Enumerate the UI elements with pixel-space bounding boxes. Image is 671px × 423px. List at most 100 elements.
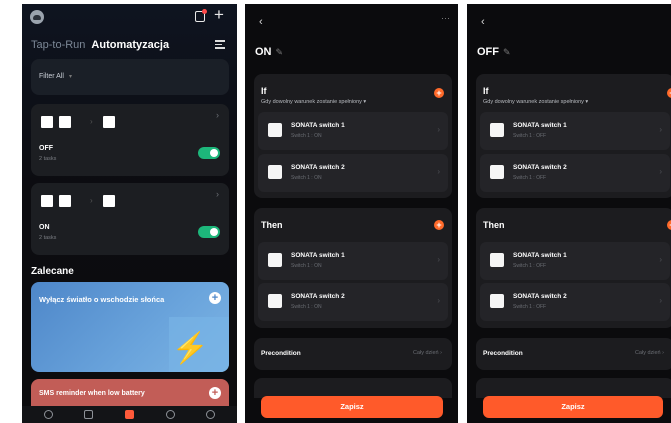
divider: [237, 0, 245, 423]
device-state: Switch 1 : ON: [291, 133, 322, 139]
tab-tap-to-run[interactable]: Tap-to-Run: [31, 39, 85, 51]
switch-icon: [268, 294, 282, 308]
smart-icon[interactable]: [165, 410, 175, 419]
arrow-right-icon: ›: [90, 196, 93, 205]
recommended-card-sunrise[interactable]: Wyłącz światło o wschodzie słońca + ⚡: [31, 282, 229, 372]
condition-device-row[interactable]: SONATA switch 2 Switch 1 : OFF ›: [480, 154, 670, 192]
precondition-label: Precondition: [261, 350, 301, 357]
then-section: Then + SONATA switch 1 Switch 1 : OFF › …: [476, 208, 671, 328]
precondition-row[interactable]: Precondition Cały dzień ›: [254, 338, 452, 370]
device-name: SONATA switch 2: [513, 164, 567, 171]
add-condition-icon[interactable]: +: [667, 88, 671, 98]
device-name: SONATA switch 1: [513, 252, 567, 259]
filter-label: Filter All: [39, 73, 64, 80]
switch-icon: [268, 123, 282, 137]
switch-icon: [490, 123, 504, 137]
device-icon: [41, 116, 53, 128]
more-settings-row: [476, 378, 671, 398]
device-name: SONATA switch 1: [291, 252, 345, 259]
scene-edit-screen-on: ‹ ··· ON ✎ If Gdy dowolny warunek zostani…: [245, 4, 458, 423]
avatar-icon[interactable]: [30, 10, 44, 24]
scene-icon[interactable]: [124, 410, 134, 419]
recommended-title: SMS reminder when low battery: [39, 390, 145, 397]
device-state: Switch 1 : OFF: [513, 304, 547, 310]
devices-icon[interactable]: [84, 410, 94, 419]
condition-device-row[interactable]: SONATA switch 1 Switch 1 : OFF ›: [480, 112, 670, 150]
add-icon[interactable]: +: [209, 387, 221, 399]
add-action-icon[interactable]: +: [434, 220, 444, 230]
device-name: SONATA switch 2: [513, 293, 567, 300]
device-state: Switch 1 : ON: [291, 175, 322, 181]
divider: [458, 0, 467, 423]
if-section: If Gdy dowolny warunek zostanie spełnion…: [476, 74, 671, 198]
scene-tabs: Tap-to-Run Automatyzacja: [31, 39, 169, 51]
chevron-right-icon: ›: [437, 125, 440, 134]
automation-toggle[interactable]: [198, 226, 220, 238]
recommended-title: Wyłącz światło o wschodzie słońca: [39, 295, 165, 304]
precondition-value: Cały dzień ›: [412, 350, 442, 356]
device-name: SONATA switch 2: [291, 293, 345, 300]
then-heading: Then: [261, 220, 283, 230]
screenshot-canvas: + Tap-to-Run Automatyzacja Filter All ▾ …: [0, 0, 671, 423]
device-icon: [103, 116, 115, 128]
device-icon: [59, 116, 71, 128]
condition-device-row[interactable]: SONATA switch 2 Switch 1 : ON ›: [258, 154, 448, 192]
switch-icon: [268, 165, 282, 179]
recommended-heading: Zalecane: [31, 266, 74, 277]
chevron-right-icon: ›: [437, 167, 440, 176]
back-icon[interactable]: ‹: [259, 16, 263, 28]
add-icon[interactable]: +: [209, 292, 221, 304]
automation-card-off[interactable]: › › OFF 2 tasks: [31, 104, 229, 176]
scene-title[interactable]: OFF ✎: [477, 46, 511, 58]
action-device-row[interactable]: SONATA switch 2 Switch 1 : ON ›: [258, 283, 448, 321]
condition-device-row[interactable]: SONATA switch 1 Switch 1 : ON ›: [258, 112, 448, 150]
more-icon[interactable]: ···: [441, 13, 450, 23]
profile-icon[interactable]: [206, 410, 216, 419]
automation-title: OFF: [39, 145, 53, 152]
scene-edit-screen-off: ‹ OFF ✎ If Gdy dowolny warunek zostanie s…: [467, 4, 671, 423]
automation-subtitle: 2 tasks: [39, 156, 57, 162]
if-section: If Gdy dowolny warunek zostanie spełnion…: [254, 74, 452, 198]
add-condition-icon[interactable]: +: [434, 88, 444, 98]
pencil-icon[interactable]: ✎: [276, 47, 284, 58]
device-name: SONATA switch 2: [291, 164, 345, 171]
bottom-navigation: [22, 406, 237, 423]
sort-icon[interactable]: [215, 40, 225, 50]
more-settings-row: [254, 378, 452, 398]
automation-card-on[interactable]: › › ON 2 tasks: [31, 183, 229, 255]
if-condition-dropdown[interactable]: Gdy dowolny warunek zostanie spełniony ▾: [483, 99, 588, 105]
chevron-right-icon: ›: [216, 110, 219, 120]
switch-icon: [490, 165, 504, 179]
action-device-row[interactable]: SONATA switch 2 Switch 1 : OFF ›: [480, 283, 670, 321]
message-icon[interactable]: [195, 9, 207, 22]
automation-subtitle: 2 tasks: [39, 235, 57, 241]
save-button[interactable]: Zapisz: [483, 396, 663, 418]
action-device-row[interactable]: SONATA switch 1 Switch 1 : ON ›: [258, 242, 448, 280]
device-icon: [59, 195, 71, 207]
then-heading: Then: [483, 220, 505, 230]
precondition-row[interactable]: Precondition Cały dzień ›: [476, 338, 671, 370]
automation-toggle[interactable]: [198, 147, 220, 159]
device-name: SONATA switch 1: [513, 122, 567, 129]
add-icon[interactable]: +: [214, 6, 224, 24]
action-device-row[interactable]: SONATA switch 1 Switch 1 : OFF ›: [480, 242, 670, 280]
if-heading: If: [483, 86, 489, 96]
switch-icon: [490, 294, 504, 308]
automation-list-screen: + Tap-to-Run Automatyzacja Filter All ▾ …: [22, 4, 237, 423]
device-icon: [103, 195, 115, 207]
scene-title[interactable]: ON ✎: [255, 46, 283, 58]
pencil-icon[interactable]: ✎: [503, 47, 511, 58]
if-heading: If: [261, 86, 267, 96]
scene-name: ON: [255, 46, 272, 58]
recommended-card-sms[interactable]: SMS reminder when low battery +: [31, 379, 229, 409]
filter-dropdown[interactable]: Filter All ▾: [31, 59, 229, 95]
tab-automation[interactable]: Automatyzacja: [91, 39, 169, 51]
save-button[interactable]: Zapisz: [261, 396, 443, 418]
add-action-icon[interactable]: +: [667, 220, 671, 230]
if-condition-text: Gdy dowolny warunek zostanie spełniony: [261, 99, 362, 105]
if-condition-dropdown[interactable]: Gdy dowolny warunek zostanie spełniony ▾: [261, 99, 366, 105]
home-icon[interactable]: [43, 410, 53, 419]
back-icon[interactable]: ‹: [481, 16, 485, 28]
chevron-down-icon: ▾: [69, 74, 73, 80]
chevron-right-icon: ›: [659, 296, 662, 305]
